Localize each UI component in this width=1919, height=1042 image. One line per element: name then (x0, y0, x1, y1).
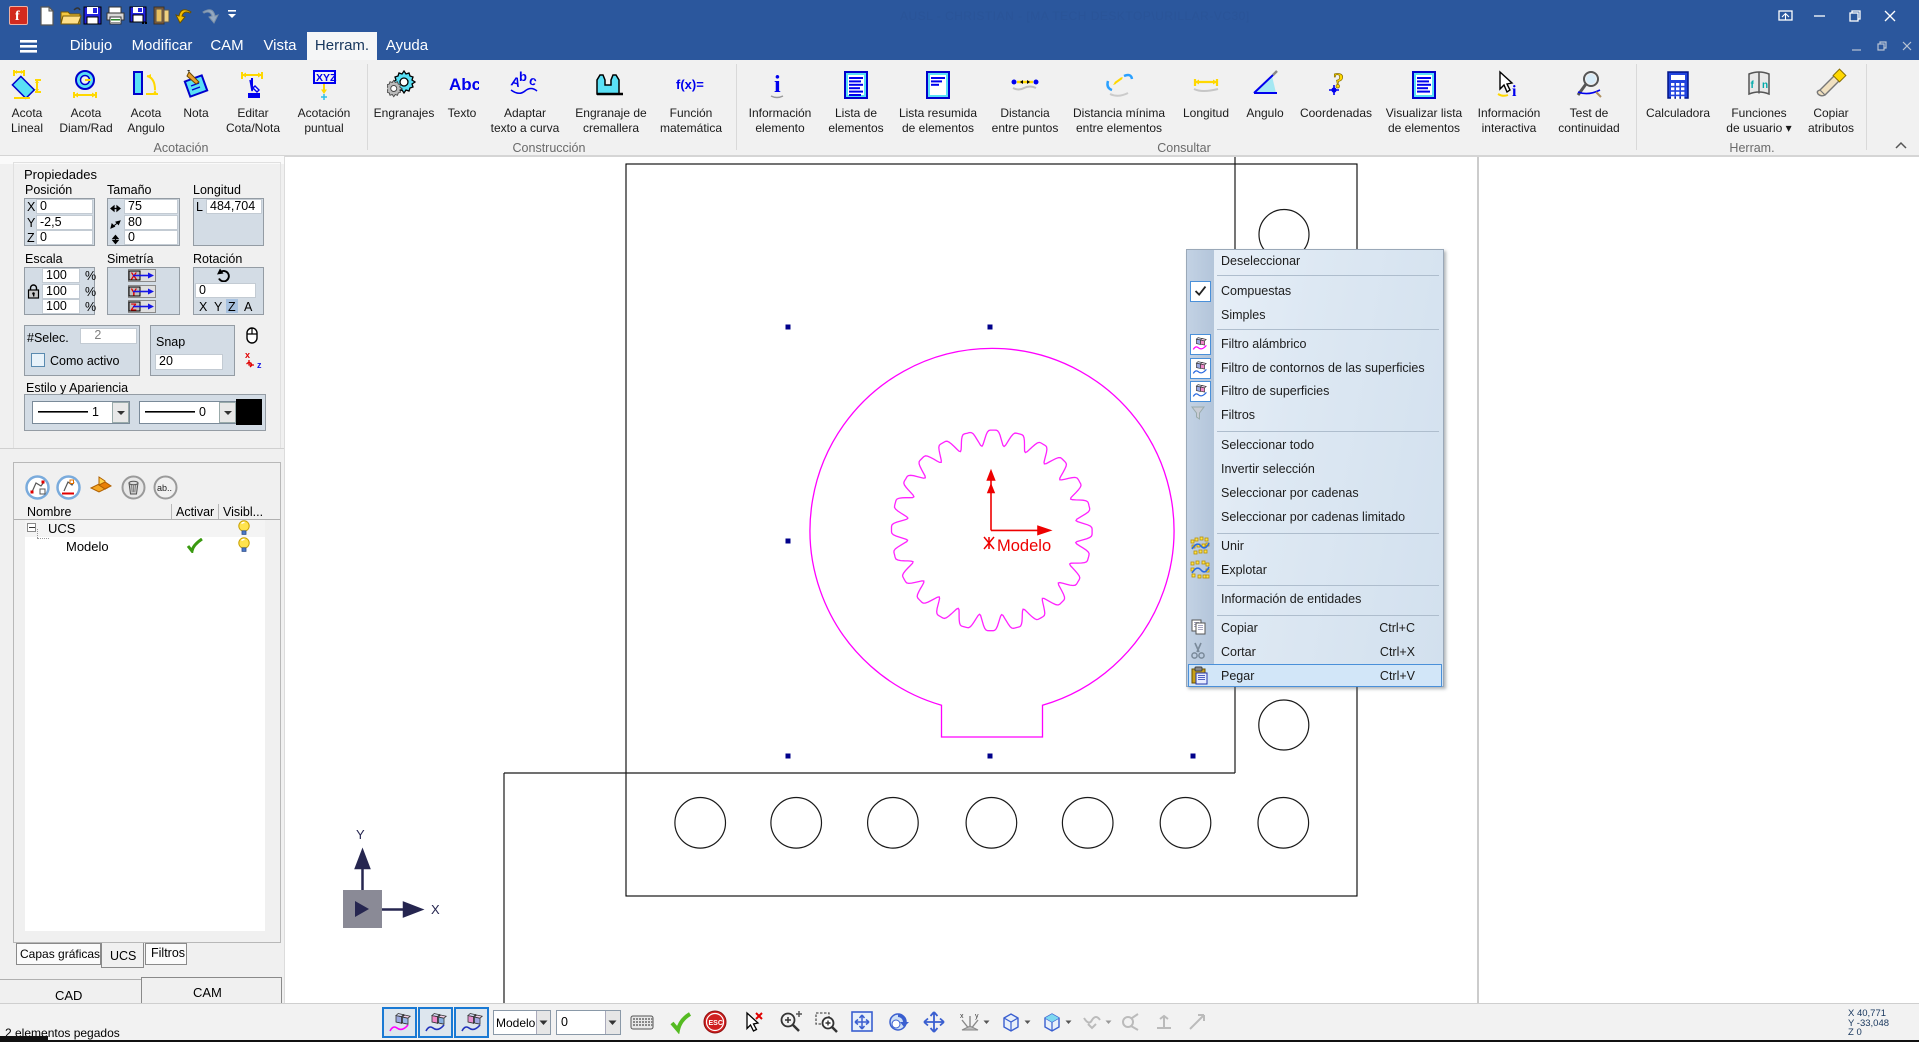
svg-text:f(x)=: f(x)= (676, 77, 704, 92)
svg-text:XYZ: XYZ (316, 72, 337, 84)
svg-text:Z: Z (131, 303, 137, 314)
svg-text:z: z (257, 360, 262, 370)
svg-text:ESC: ESC (709, 1020, 723, 1027)
svg-text:x: x (245, 350, 250, 360)
svg-text:Y: Y (131, 288, 138, 299)
svg-text:Y: Y (356, 827, 365, 842)
svg-text:n: n (1762, 80, 1768, 91)
svg-text:y: y (975, 1013, 979, 1020)
svg-text:X: X (131, 272, 138, 283)
svg-text:b: b (519, 69, 527, 84)
svg-text:Modelo: Modelo (997, 537, 1051, 555)
svg-text:x: x (960, 1013, 964, 1020)
svg-text:c: c (527, 72, 539, 89)
svg-text:ab..: ab.. (157, 483, 172, 493)
svg-text:i: i (1512, 83, 1517, 100)
svg-text:X: X (431, 902, 440, 917)
svg-text:i: i (774, 72, 781, 98)
